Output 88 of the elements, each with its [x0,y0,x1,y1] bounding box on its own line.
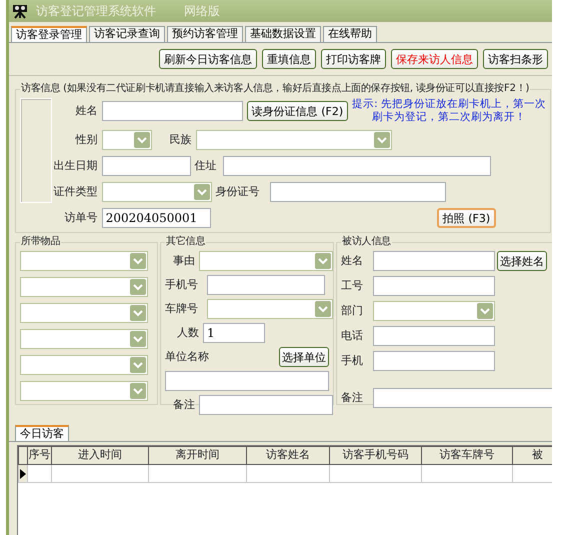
section-legend: 所带物品 [20,235,62,249]
chevron-down-icon [134,132,150,148]
chevron-down-icon [477,303,493,319]
dropdown-field[interactable] [207,299,333,319]
text-field[interactable] [373,326,495,346]
dropdown-field[interactable] [373,301,495,321]
dropdown-field[interactable] [20,329,148,349]
dropdown-field[interactable] [20,381,148,401]
section-legend: 其它信息 [165,235,206,249]
text-field[interactable] [102,156,191,176]
column-header[interactable]: 序号 [28,446,52,464]
dropdown-field[interactable] [196,130,392,150]
read-id-button[interactable]: 读身份证信息 (F2) [246,101,348,121]
text-field[interactable] [165,371,329,391]
edition-label: 网络版 [184,3,220,20]
dropdown-field[interactable] [199,251,333,271]
toolbar-button[interactable]: 刷新今日访客信息 [159,49,257,69]
field-label: 备注 [172,396,195,413]
dropdown-field[interactable] [102,182,212,202]
column-header[interactable]: 访客车牌号 [422,446,512,464]
toolbar-button[interactable]: 打印访客牌 [321,49,386,69]
chevron-down-icon [194,184,210,200]
text-field[interactable] [373,276,495,296]
window-title: 访客登记管理系统软件 [36,3,156,20]
chevron-down-icon [130,305,146,321]
chevron-down-icon [315,301,331,317]
column-header[interactable]: 进入时间 [52,446,148,464]
tab[interactable]: 今日访客 [15,425,69,441]
text-field[interactable] [373,388,552,408]
select-name-button[interactable]: 选择姓名 [497,251,547,271]
field-label: 证件类型 [54,184,98,200]
tab[interactable]: 在线帮助 [323,26,377,42]
text-field[interactable]: 200204050001 [102,208,211,228]
column-header[interactable]: 访客姓名 [246,446,330,464]
section-legend: 被访人信息 [341,235,392,249]
app-icon [12,3,28,19]
dropdown-field[interactable] [20,277,148,297]
text-field[interactable] [102,101,243,121]
text-field[interactable] [199,395,333,415]
field-label: 手机 [341,352,364,369]
field-label: 工号 [341,278,364,294]
field-label: 车牌号 [165,300,199,317]
chevron-down-icon [315,253,331,269]
field-label: 部门 [341,302,364,319]
tab[interactable]: 访客登录管理 [11,26,87,42]
hint-text: 提示: 先把身份证放在刷卡机上，第一次 刷卡为登记，第二次刷为离开！ [352,98,546,124]
text-field[interactable] [270,182,446,202]
column-header[interactable]: 访客手机号码 [330,446,422,464]
chevron-down-icon [130,331,146,347]
column-header[interactable]: 被 [512,446,552,464]
field-label: 访单号 [64,210,98,226]
dropdown-field[interactable] [20,303,148,323]
toolbar-button[interactable]: 保存来访人信息 [391,49,478,69]
photo-button[interactable]: 拍照 (F3) [436,208,496,228]
field-label: 性别 [74,132,98,148]
field-label: 住址 [194,158,218,174]
field-label: 电话 [341,328,364,344]
text-field[interactable] [207,275,325,295]
field-label: 姓名 [74,102,98,119]
tab[interactable]: 基础数据设置 [245,26,321,42]
field-label: 事由 [172,252,195,269]
select-unit-button[interactable]: 选择单位 [279,347,329,367]
dropdown-field[interactable] [20,251,148,271]
field-label: 备注 [341,390,364,406]
tab[interactable]: 预约访客管理 [167,26,243,42]
dropdown-field[interactable] [20,355,148,375]
chevron-down-icon [130,253,146,269]
text-field[interactable] [373,251,495,271]
toolbar-button[interactable]: 访客扫条形 [483,49,548,69]
field-label: 出生日期 [54,158,98,174]
toolbar-button[interactable]: 重填信息 [262,49,316,69]
field-label: 姓名 [341,252,364,269]
column-header[interactable]: 离开时间 [148,446,246,464]
field-label: 单位名称 [165,348,209,365]
text-field[interactable]: 1 [203,323,265,343]
dropdown-field[interactable] [102,130,152,150]
text-field[interactable] [222,156,491,176]
field-label: 人数 [176,324,199,341]
chevron-down-icon [130,357,146,373]
text-field[interactable] [373,351,495,371]
chevron-down-icon [130,383,146,399]
chevron-down-icon [130,279,146,295]
field-label: 手机号 [165,276,199,293]
section-legend: 访客信息 (如果没有二代证刷卡机请直接输入来访客人信息，输好后直接点上面的保存按钮, 读身份证可以直接按F2！) [20,82,530,96]
chevron-down-icon [374,132,390,148]
tab[interactable]: 访客记录查询 [89,26,165,42]
field-label: 身份证号 [216,184,261,200]
field-label: 民族 [168,132,192,148]
